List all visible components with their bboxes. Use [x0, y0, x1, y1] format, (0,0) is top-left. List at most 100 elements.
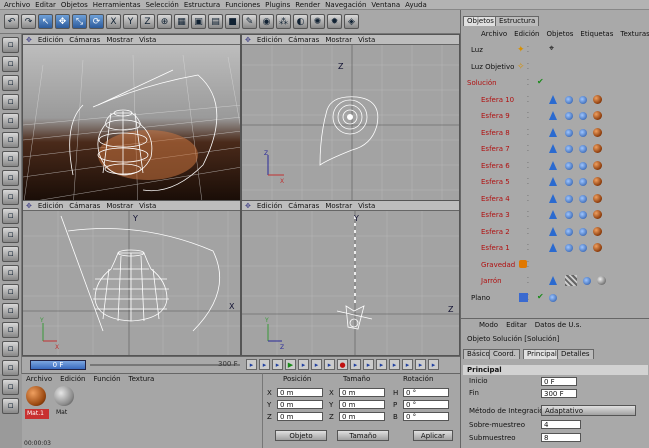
dynamics-tag-icon[interactable] [549, 111, 557, 120]
attribute-menu-item[interactable]: Modo [479, 321, 498, 329]
object-name[interactable]: Esfera 7 [481, 145, 510, 153]
menu-item[interactable]: Render [295, 1, 320, 9]
pla-key-icon[interactable]: ▸ [428, 359, 439, 370]
object-row[interactable]: Luz Objetivo · · ✧ [461, 59, 649, 75]
visibility-dots[interactable]: ·· [527, 78, 529, 89]
material-label-mat[interactable]: Mat [56, 409, 67, 416]
integration-method-dropdown[interactable]: Adaptativo [541, 405, 636, 416]
visibility-dots[interactable]: ·· [527, 111, 529, 122]
texture-mode-icon[interactable]: ▫ [2, 170, 19, 186]
light-icon[interactable]: ✹ [327, 14, 342, 29]
nurbs-icon[interactable]: ◉ [259, 14, 274, 29]
check-icon[interactable]: ▫ [2, 360, 19, 376]
solver-tag-icon[interactable] [579, 145, 587, 153]
polygons-mode-icon[interactable]: ▫ [2, 132, 19, 148]
solver-tag-icon[interactable] [583, 277, 591, 285]
object-row[interactable]: Jarrón · · [461, 273, 649, 289]
collision-tag-icon[interactable] [565, 145, 573, 153]
next-key-icon[interactable]: ▸ [311, 359, 322, 370]
size-field[interactable]: 0 m [339, 388, 385, 397]
model-mode-icon[interactable]: ▫ [2, 56, 19, 72]
dynamics-tag-icon[interactable] [549, 127, 557, 137]
viewport-front[interactable]: ✥ Edición Cámaras Mostrar Vista Y X Y X [22, 200, 241, 356]
autokey-icon[interactable]: ▸ [350, 359, 361, 370]
collision-tag-icon[interactable] [549, 293, 557, 302]
menu-item[interactable]: Objetos [61, 1, 88, 9]
param-key-icon[interactable]: ▸ [415, 359, 426, 370]
array-icon[interactable]: ⁂ [276, 14, 291, 29]
visibility-dots[interactable]: ·· [527, 61, 529, 72]
material-tag-icon[interactable] [593, 94, 602, 104]
menu-item[interactable]: Funciones [225, 1, 260, 9]
size-field[interactable]: 0 m [339, 412, 385, 421]
viewport-perspective[interactable]: ✥ Edición Cámaras Mostrar Vista [22, 34, 241, 208]
menu-item[interactable]: Plugins [265, 1, 290, 9]
play-icon[interactable]: ▶ [285, 359, 296, 370]
material-preview-mat1[interactable] [26, 386, 46, 406]
viewport-top[interactable]: ✥ Edición Cámaras Mostrar Vista Z Z X [241, 34, 460, 208]
object-name[interactable]: Esfera 9 [481, 112, 510, 120]
menu-item[interactable]: Navegación [325, 1, 366, 9]
redo-icon[interactable]: ↷ [21, 14, 36, 29]
visibility-dots[interactable]: ·· [527, 259, 529, 270]
object-row[interactable]: Esfera 1 · · [461, 240, 649, 256]
solver-tag-icon[interactable] [579, 112, 587, 120]
collision-tag-icon[interactable] [565, 194, 573, 203]
dynamics-tag-icon[interactable] [549, 226, 557, 236]
position-field[interactable]: 0 m [277, 388, 323, 397]
start-field[interactable]: 0 F [541, 377, 577, 386]
menu-item[interactable]: Ayuda [405, 1, 427, 9]
collision-tag-icon[interactable] [565, 227, 573, 236]
size-field[interactable]: 0 m [339, 400, 385, 409]
soft-selection-icon[interactable]: ▫ [2, 284, 19, 300]
object-name[interactable]: Jarrón [481, 277, 502, 285]
undo-icon[interactable]: ↶ [4, 14, 19, 29]
viewport-menu-item[interactable]: Edición [38, 202, 63, 210]
object-menu-item[interactable]: Objetos [547, 30, 574, 38]
mesh-tag-icon[interactable] [565, 275, 577, 286]
collision-tag-icon[interactable] [565, 211, 573, 219]
object-row[interactable]: Esfera 4 · · [461, 191, 649, 207]
collision-tag-icon[interactable] [565, 244, 573, 252]
viewport-menu-item[interactable]: Cámaras [69, 202, 100, 210]
tab-objects[interactable]: Objetos [463, 16, 498, 26]
material-tag-icon[interactable] [593, 193, 602, 203]
move-icon[interactable]: ✥ [55, 14, 70, 29]
lock-icon[interactable]: ▫ [2, 265, 19, 281]
menu-item[interactable]: Editar [35, 1, 56, 9]
enabled-check-icon[interactable]: ✔ [537, 77, 544, 86]
object-name[interactable]: Esfera 4 [481, 195, 510, 203]
visibility-dots[interactable]: ·· [527, 45, 529, 56]
visibility-dots[interactable]: ·· [527, 160, 529, 171]
solver-tag-icon[interactable] [579, 161, 587, 170]
material-tag-icon[interactable] [593, 144, 602, 153]
material-menu-item[interactable]: Textura [129, 374, 155, 384]
prev-frame-icon[interactable]: ▸ [272, 359, 283, 370]
pos-key-icon[interactable]: ▸ [376, 359, 387, 370]
object-row[interactable]: Esfera 9 · · [461, 108, 649, 124]
material-tag-icon[interactable] [593, 111, 602, 120]
visibility-dots[interactable]: ·· [527, 193, 529, 204]
object-row[interactable]: Esfera 6 · · [461, 158, 649, 174]
menu-item[interactable]: Herramientas [93, 1, 141, 9]
rotation-field[interactable]: 0 ° [403, 388, 449, 397]
attribute-menu-item[interactable]: Editar [506, 321, 527, 329]
visibility-dots[interactable]: ·· [527, 226, 529, 237]
menu-item[interactable]: Ventana [371, 1, 400, 9]
y-axis-icon[interactable]: Y [123, 14, 138, 29]
object-row[interactable]: Esfera 10 · · [461, 92, 649, 108]
material-tag-icon[interactable] [593, 210, 602, 219]
object-name[interactable]: Plano [471, 294, 490, 302]
position-field[interactable]: 0 m [277, 400, 323, 409]
viewport-menu-item[interactable]: Vista [358, 202, 375, 210]
viewport-menu-item[interactable]: Mostrar [325, 36, 352, 44]
object-row[interactable]: Luz · · ✦ ⌖ [461, 42, 649, 58]
scale-icon[interactable]: ⤡ [72, 14, 87, 29]
material-menu-item[interactable]: Edición [60, 374, 85, 384]
render-view-icon[interactable]: ▣ [191, 14, 206, 29]
attribute-tab[interactable]: Coord. [489, 349, 520, 359]
object-name[interactable]: Esfera 3 [481, 211, 510, 219]
position-field[interactable]: 0 m [277, 412, 323, 421]
keyframe-sel-icon[interactable]: ▸ [363, 359, 374, 370]
material-menu-item[interactable]: Función [94, 374, 121, 384]
